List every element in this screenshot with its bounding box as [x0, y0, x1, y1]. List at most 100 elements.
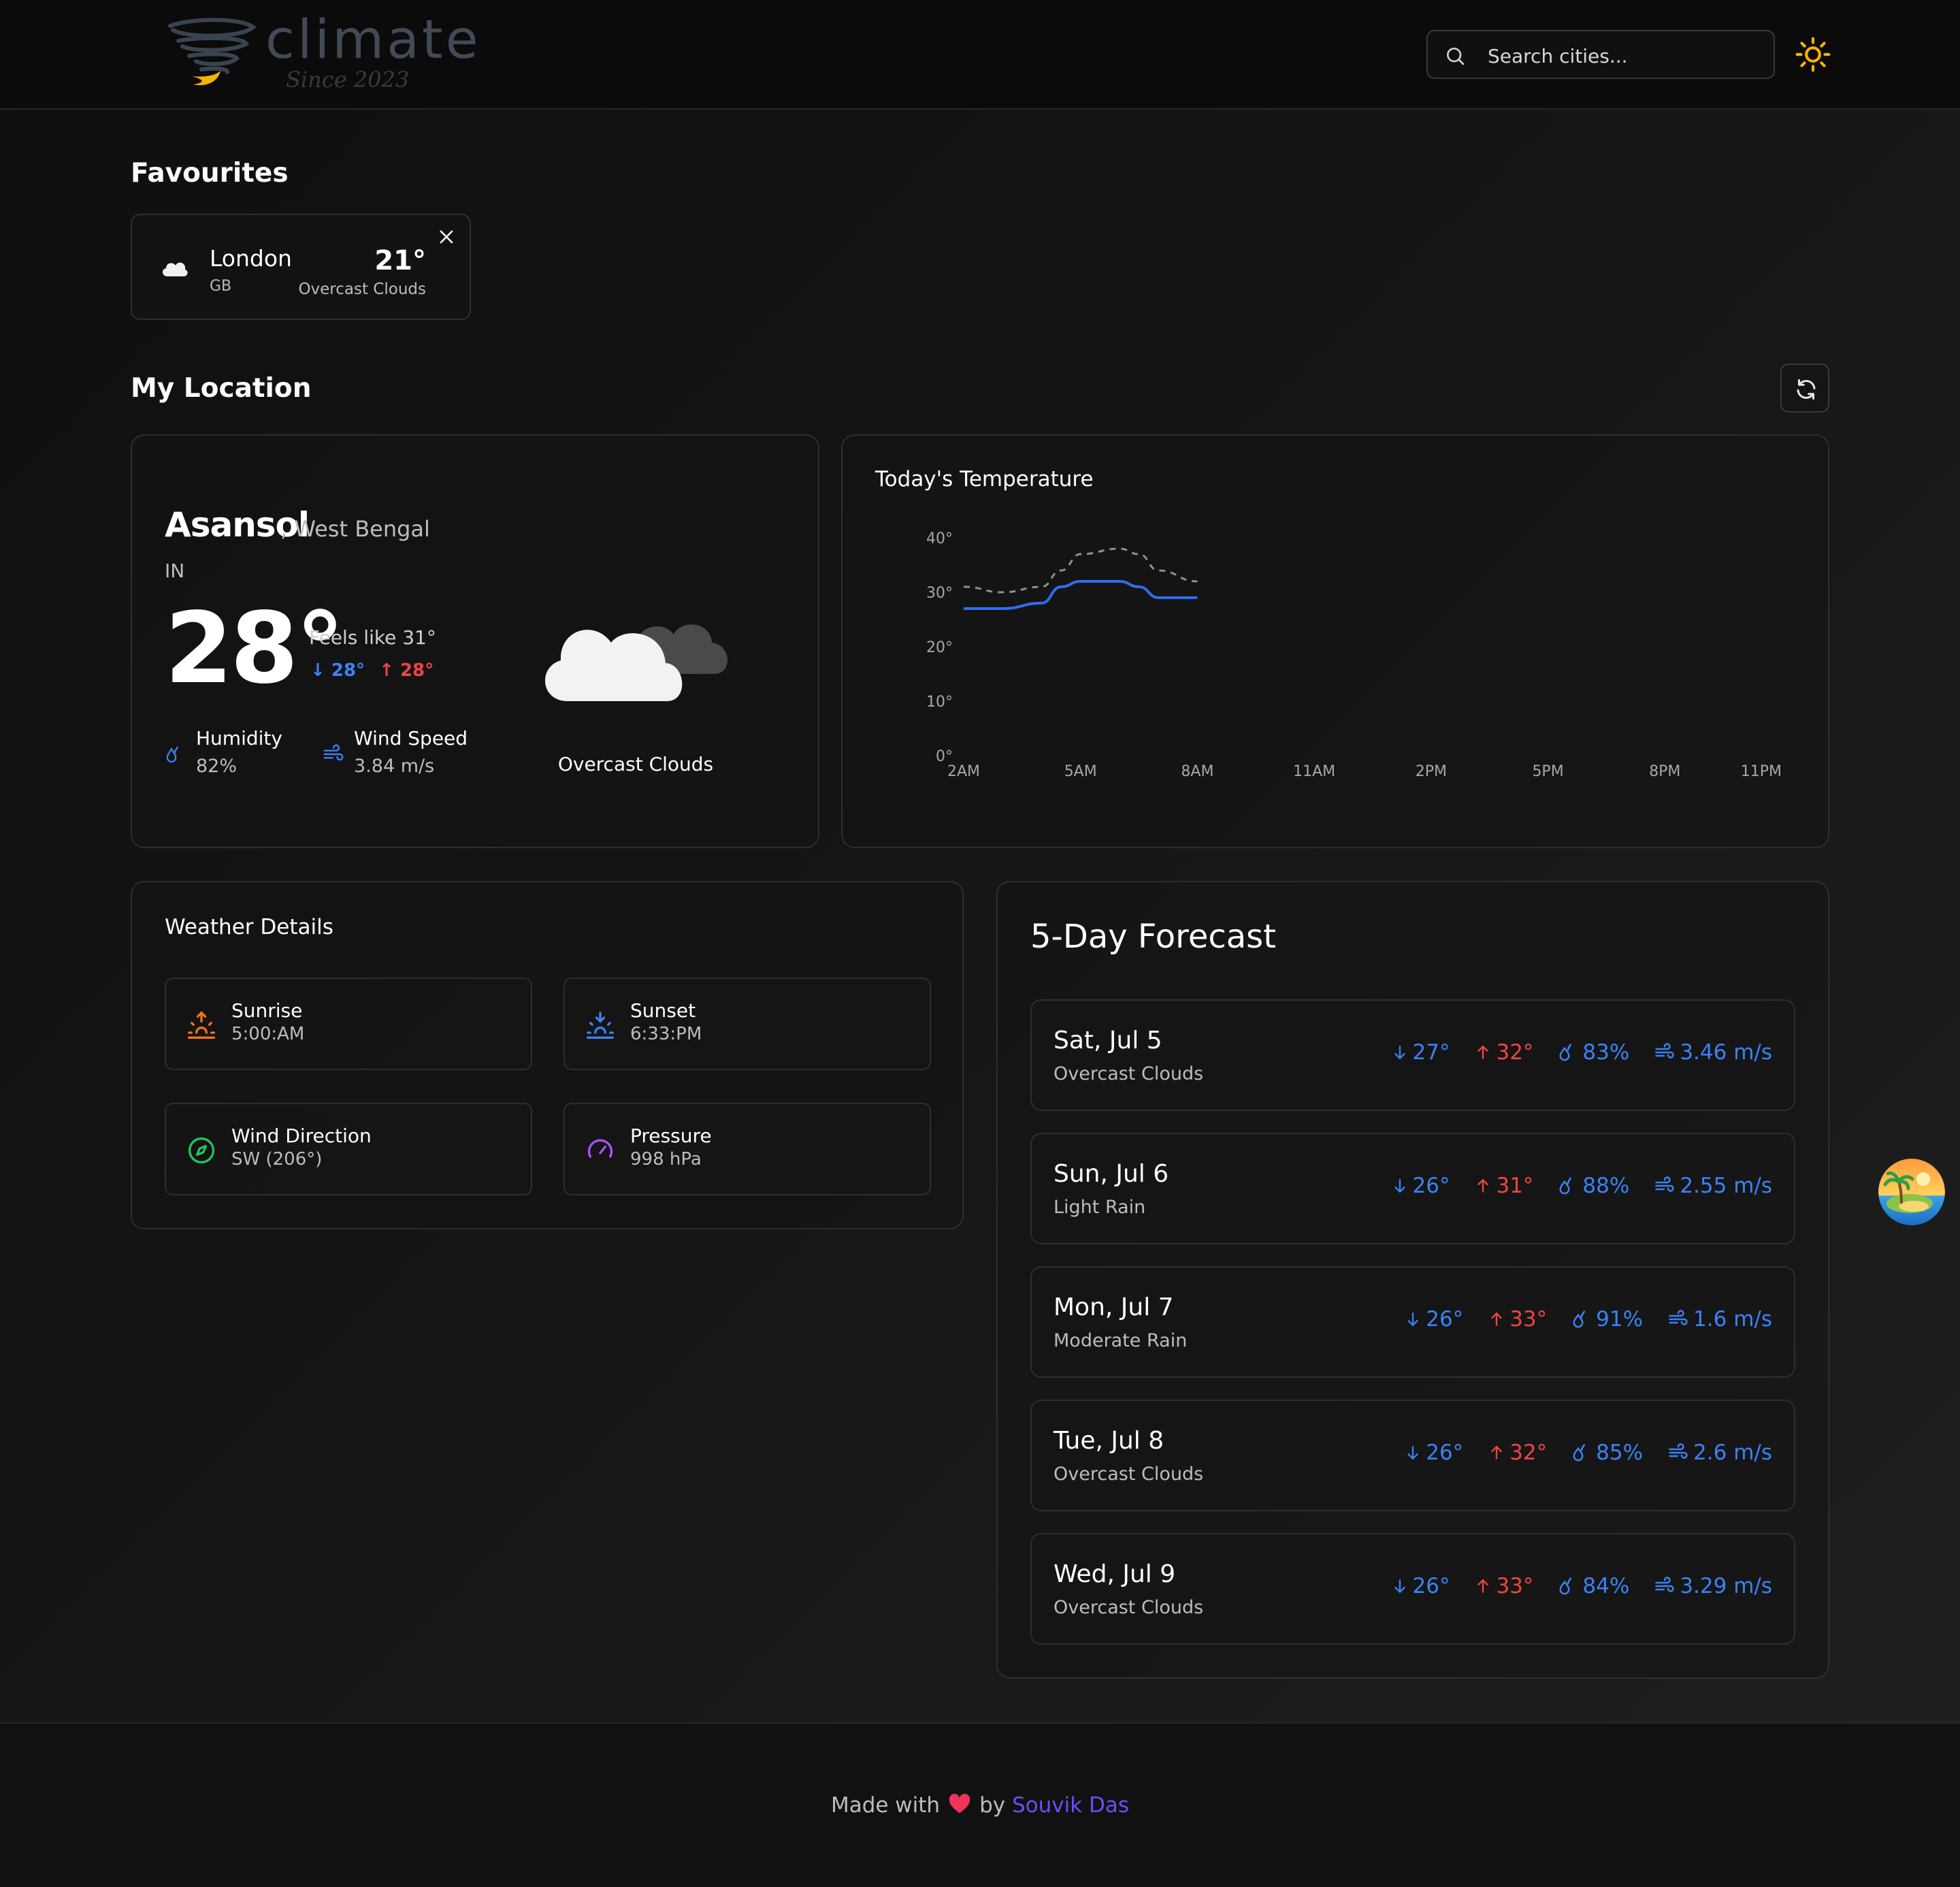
arrow-down-icon — [1407, 1446, 1418, 1460]
current-weather-card: Asansol , West Bengal IN 28° Feels like … — [131, 434, 819, 848]
heart-icon — [948, 1793, 971, 1820]
forecast-stats: 26° 31° 88% 2.55 m/s — [1391, 1174, 1772, 1198]
sunset-label: Sunset — [630, 999, 696, 1022]
arrow-down-icon — [1407, 1312, 1418, 1327]
sun-icon — [1795, 37, 1831, 72]
sunset-value: 6:33:PM — [630, 1024, 702, 1044]
wind-icon — [1655, 1577, 1675, 1592]
forecast-stats: 26° 32° 85% 2.6 m/s — [1404, 1440, 1772, 1465]
brand-tagline: Since 2023 — [286, 67, 410, 93]
forecast-max: 33° — [1488, 1307, 1547, 1332]
min-temp: 28° — [331, 660, 365, 681]
y-tick-label: 30° — [926, 585, 953, 602]
sunrise-icon — [188, 1011, 215, 1039]
search-box[interactable] — [1426, 30, 1775, 79]
forecast-row-0: Sat, Jul 5 Overcast Clouds 27° 32° 83% 3… — [1030, 999, 1795, 1111]
feels-like: Feels like 31° — [309, 626, 436, 649]
forecast-wind: 2.55 m/s — [1654, 1174, 1772, 1198]
wind-icon — [1655, 1176, 1675, 1192]
temperature-line — [964, 580, 1198, 610]
arrow-up-icon — [1477, 1178, 1489, 1193]
forecast-day: Sun, Jul 6 — [1054, 1160, 1169, 1188]
y-tick-label: 10° — [926, 694, 953, 711]
forecast-max: 32° — [1488, 1440, 1547, 1465]
forecast-stats: 26° 33° 84% 3.29 m/s — [1391, 1574, 1772, 1598]
wind-icon — [1669, 1443, 1688, 1459]
forecast-min: 26° — [1404, 1440, 1463, 1465]
forecast-max: 31° — [1474, 1174, 1533, 1198]
arrow-down-icon: ↓ — [310, 660, 325, 681]
refresh-button[interactable] — [1780, 364, 1829, 413]
footer: Made with by Souvik Das — [0, 1722, 1960, 1887]
wind-icon — [323, 744, 344, 761]
forecast-min: 26° — [1391, 1574, 1450, 1598]
refresh-icon — [1797, 379, 1816, 400]
droplets-icon — [1559, 1044, 1572, 1061]
detail-pressure: Pressure 998 hPa — [564, 1103, 931, 1195]
gauge-icon — [587, 1139, 613, 1158]
forecast-stats: 26° 33° 91% 1.6 m/s — [1404, 1307, 1772, 1332]
wind-direction-value: SW (206°) — [231, 1149, 323, 1170]
tropical-island-avatar[interactable] — [1878, 1159, 1945, 1225]
favourite-city: London — [210, 245, 292, 272]
current-condition: Overcast Clouds — [557, 753, 714, 775]
theme-toggle-button[interactable] — [1794, 35, 1832, 74]
climate-logo[interactable]: climate Since 2023 — [166, 14, 478, 93]
arrow-down-icon — [1394, 1579, 1405, 1594]
overcast-clouds-icon — [545, 624, 728, 701]
forecast-title: 5-Day Forecast — [1030, 918, 1277, 956]
arrow-up-icon — [1491, 1312, 1502, 1326]
x-tick-label: 11PM — [1741, 763, 1782, 780]
max-temp: 28° — [399, 660, 434, 681]
droplets-icon — [1559, 1577, 1572, 1595]
my-location-title: My Location — [131, 373, 312, 404]
temperature-chart: 0°10°20°30°40°2AM 5AM 8AM 11AM 2PM 5PM 8PM 11PM — [926, 530, 1782, 780]
forecast-min: 26° — [1404, 1307, 1463, 1332]
app-header: climate Since 2023 — [0, 0, 1960, 110]
sunrise-label: Sunrise — [231, 999, 303, 1022]
made-with-text: Made with — [830, 1793, 941, 1818]
forecast-condition: Overcast Clouds — [1054, 1597, 1204, 1618]
favourites-title: Favourites — [131, 158, 289, 189]
forecast-humidity: 85% — [1571, 1440, 1643, 1465]
forecast-wind: 1.6 m/s — [1667, 1307, 1772, 1332]
forecast-day: Wed, Jul 9 — [1054, 1560, 1176, 1588]
arrow-up-icon — [1477, 1579, 1489, 1593]
arrow-down-icon — [1394, 1179, 1405, 1193]
weather-details-card: Weather Details Sunrise 5:00:AM Sunset 6… — [131, 881, 964, 1229]
arrow-up-icon — [1491, 1445, 1502, 1459]
wind-direction-label: Wind Direction — [231, 1125, 372, 1147]
favourite-description: Overcast Clouds — [298, 280, 426, 298]
forecast-day: Tue, Jul 8 — [1054, 1427, 1164, 1455]
favourite-card-london[interactable]: London GB 21° Overcast Clouds — [131, 214, 471, 320]
droplets-icon — [1573, 1310, 1586, 1328]
search-input[interactable] — [1488, 42, 1760, 69]
close-icon[interactable] — [437, 227, 456, 246]
x-tick-label: 5PM — [1532, 763, 1563, 780]
humidity-value: 82% — [196, 756, 238, 777]
droplets-icon — [1559, 1177, 1572, 1195]
pressure-value: 998 hPa — [630, 1149, 702, 1170]
footer-credit: Made with by Souvik Das — [0, 1793, 1960, 1820]
forecast-day: Mon, Jul 7 — [1054, 1293, 1174, 1321]
forecast-row-2: Mon, Jul 7 Moderate Rain 26° 33° 91% 1.6… — [1030, 1266, 1795, 1378]
temperature-chart-card: Today's Temperature 0° 10° 20° 30° 40° 2AM 5AM… — [841, 434, 1829, 848]
humidity-label: Humidity — [196, 727, 282, 749]
forecast-card: 5-Day Forecast Sat, Jul 5 Overcast Cloud… — [996, 881, 1829, 1679]
forecast-row-3: Tue, Jul 8 Overcast Clouds 26° 32° 85% 2… — [1030, 1400, 1795, 1511]
forecast-condition: Light Rain — [1054, 1197, 1146, 1218]
feels-like-line — [963, 547, 1198, 594]
wind-icon — [1655, 1043, 1675, 1059]
sunrise-value: 5:00:AM — [231, 1024, 305, 1044]
forecast-wind: 3.29 m/s — [1654, 1574, 1772, 1598]
detail-sunrise: Sunrise 5:00:AM — [165, 978, 532, 1070]
forecast-humidity: 83% — [1558, 1040, 1629, 1065]
x-tick-label: 8PM — [1649, 763, 1680, 780]
island-icon — [1878, 1159, 1945, 1225]
forecast-min: 26° — [1391, 1174, 1450, 1198]
droplets-icon — [1573, 1444, 1586, 1462]
location-country: IN — [165, 560, 185, 582]
y-tick-label: 40° — [926, 530, 953, 547]
author-link[interactable]: Souvik Das — [1012, 1793, 1129, 1818]
wind-value: 3.84 m/s — [354, 756, 435, 777]
